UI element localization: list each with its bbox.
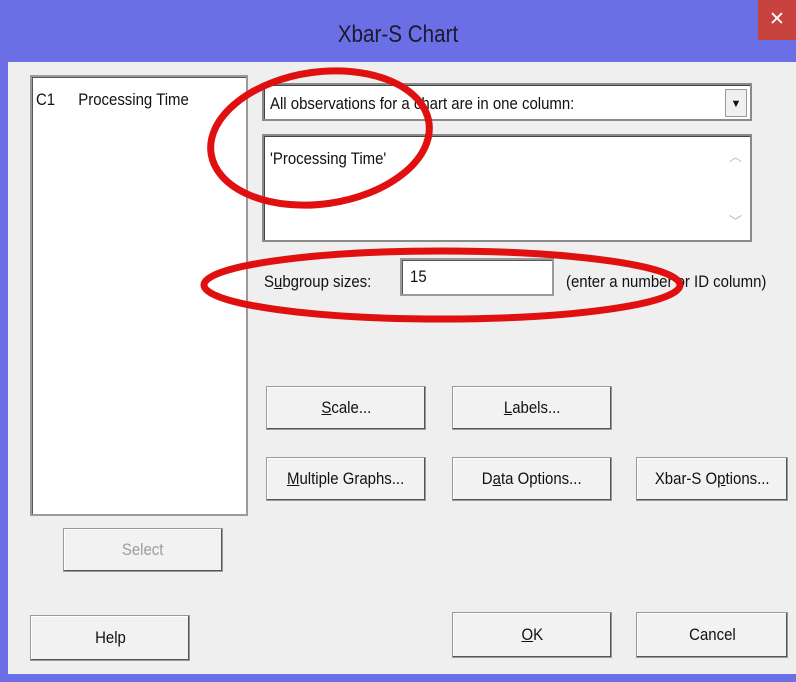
scale-button[interactable]: Scale... — [266, 386, 426, 430]
scroll-up-icon[interactable]: ︿ — [729, 146, 742, 165]
select-button[interactable]: Select — [63, 528, 223, 572]
variable-list[interactable]: C1 Processing Time — [30, 75, 248, 516]
cancel-button[interactable]: Cancel — [636, 612, 788, 658]
columns-field[interactable]: 'Processing Time' ︿ ﹀ — [262, 134, 752, 242]
subgroup-sizes-hint: (enter a number or ID column) — [566, 272, 767, 291]
data-arrangement-dropdown[interactable]: All observations for a chart are in one … — [262, 83, 752, 121]
variable-list-item[interactable]: C1 Processing Time — [36, 90, 210, 110]
dropdown-arrow-icon[interactable]: ▼ — [725, 89, 747, 117]
scroll-down-icon[interactable]: ﹀ — [729, 211, 742, 230]
variable-id: C1 — [36, 90, 56, 109]
subgroup-sizes-label: Subgroup sizes: — [264, 272, 372, 291]
data-arrangement-selected: All observations for a chart are in one … — [270, 94, 575, 113]
dialog-body: C1 Processing Time All observations for a… — [8, 62, 796, 674]
help-button[interactable]: Help — [30, 615, 190, 661]
variable-name: Processing Time — [78, 90, 189, 109]
subgroup-sizes-value: 15 — [410, 267, 427, 286]
ok-button[interactable]: OK — [452, 612, 612, 658]
data-options-button[interactable]: Data Options... — [452, 457, 612, 501]
subgroup-sizes-input[interactable]: 15 — [400, 258, 554, 296]
columns-field-value: 'Processing Time' — [270, 149, 387, 168]
labels-button[interactable]: Labels... — [452, 386, 612, 430]
window-title: Xbar-S Chart — [337, 21, 459, 48]
xbar-s-options-button[interactable]: Xbar-S Options... — [636, 457, 788, 501]
close-button[interactable]: ✕ — [758, 0, 796, 40]
multiple-graphs-button[interactable]: Multiple Graphs... — [266, 457, 426, 501]
